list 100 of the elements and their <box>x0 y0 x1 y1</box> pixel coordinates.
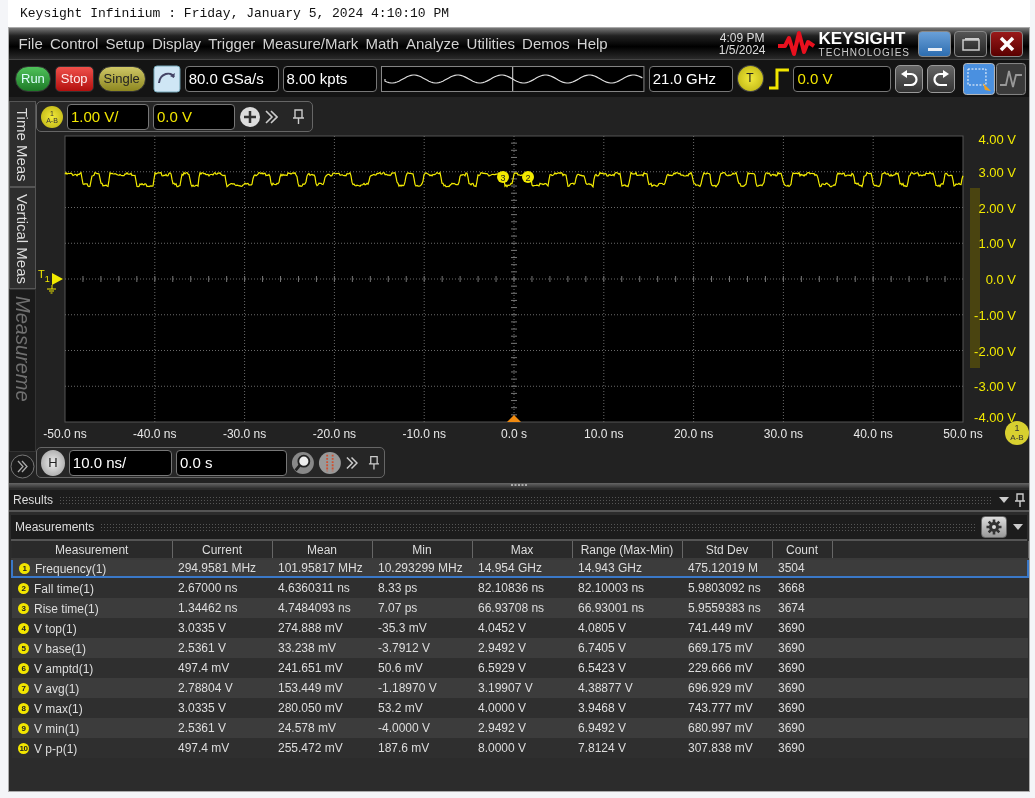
x-axis-label: 20.0 ns <box>673 427 714 441</box>
table-cell: 5.9559383 ns <box>688 601 761 615</box>
menu-item[interactable]: Trigger <box>204 35 259 52</box>
column-header[interactable]: Measurement <box>12 541 172 559</box>
vertical-scale-field[interactable]: 1.00 V/ <box>67 103 149 130</box>
column-header[interactable]: Current <box>172 541 272 559</box>
trigger-badge[interactable]: T <box>736 65 764 92</box>
table-cell: 280.050 mV <box>278 701 343 715</box>
bandwidth-wave-drawing[interactable] <box>381 65 645 92</box>
bandwidth-field[interactable]: 21.0 GHz <box>648 65 733 92</box>
time-scale-field[interactable]: 10.0 ns/ <box>68 449 173 476</box>
channel-badge[interactable]: 1 A-B <box>1005 421 1029 445</box>
table-cell: 3690 <box>778 681 805 695</box>
table-cell: 3.0335 V <box>178 621 227 635</box>
table-cell: 3668 <box>778 581 805 595</box>
x-axis-label: -30.0 ns <box>222 427 267 441</box>
pin-icon[interactable] <box>1015 493 1025 507</box>
measurement-row[interactable]: 6 V amptd(1) 497.4 mV 241.651 mV 50.6 mV 6.5929 V 6.5423 V 229.666 mV 3690 <box>12 658 1028 678</box>
table-cell: Frequency(1) <box>35 561 107 575</box>
column-header[interactable]: Count <box>772 541 832 559</box>
table-cell: 24.578 mV <box>278 721 337 735</box>
settings-button[interactable] <box>981 516 1007 538</box>
table-cell: 3.0335 V <box>178 701 227 715</box>
waveform-tool-icon[interactable] <box>996 62 1026 95</box>
close-button[interactable] <box>990 30 1023 57</box>
table-cell: 187.6 mV <box>378 741 430 755</box>
measurement-row[interactable]: 5 V base(1) 2.5361 V 33.238 mV -3.7912 V 2.9492 V 6.7405 V 669.175 mV 3690 <box>12 638 1028 658</box>
x-axis-label: -10.0 ns <box>402 427 446 441</box>
table-cell: V p-p(1) <box>34 741 78 756</box>
column-header[interactable]: Max <box>472 541 572 559</box>
time-position-field[interactable]: 0.0 s <box>176 449 287 476</box>
redo-button[interactable] <box>927 64 956 93</box>
rising-edge-icon[interactable] <box>767 66 790 91</box>
memory-depth-field[interactable]: 8.00 kpts <box>282 65 378 92</box>
y-axis-label: 2.00 V <box>978 200 1016 216</box>
column-header[interactable]: Range (Max-Min) <box>572 541 682 559</box>
trigger-position-icon[interactable] <box>507 415 521 422</box>
column-header[interactable]: Std Dev <box>682 541 772 559</box>
grip-icon[interactable] <box>510 483 528 487</box>
menu-item[interactable]: Setup <box>101 35 149 52</box>
table-cell: -3.7912 V <box>378 641 431 655</box>
measurement-row[interactable]: 3 Rise time(1) 1.34462 ns 4.7484093 ns 7.07 ps 66.93708 ns 66.93001 ns 5.9559383 ns 3674 <box>12 598 1028 618</box>
table-cell: 8.0000 V <box>478 741 527 755</box>
horizontal-badge[interactable]: H <box>41 449 65 476</box>
chevron-icon[interactable] <box>346 454 359 471</box>
chevron-icon[interactable] <box>265 108 278 125</box>
x-axis-label: 30.0 ns <box>763 427 804 441</box>
caret-icon[interactable] <box>999 497 1009 503</box>
waveform-marker[interactable]: 2 <box>522 171 534 183</box>
menu-item[interactable]: File <box>15 35 47 52</box>
pin-icon[interactable] <box>368 454 380 471</box>
minimize-button[interactable] <box>918 30 951 57</box>
caret-icon[interactable] <box>1013 524 1023 530</box>
zoom-icon[interactable] <box>290 449 315 476</box>
table-cell: 497.4 mV <box>178 661 230 675</box>
measurement-row[interactable]: 2 Fall time(1) 2.67000 ns 4.6360311 ns 8.33 ps 82.10836 ns 82.10003 ns 5.9803092 ns 3668 <box>12 577 1028 598</box>
vertical-offset-field[interactable]: 0.0 V <box>153 103 235 130</box>
plus-icon[interactable] <box>239 105 261 128</box>
pin-icon[interactable] <box>292 108 305 125</box>
menu-item[interactable]: Measure/Mark <box>258 35 362 52</box>
menu-item[interactable]: Display <box>148 35 205 52</box>
x-axis-label: 50.0 ns <box>943 427 983 441</box>
y-axis-label: 0.0 V <box>985 272 1016 287</box>
column-header[interactable]: Min <box>372 541 472 559</box>
trigger-level-field[interactable]: 0.0 V <box>793 65 892 92</box>
table-cell: 153.449 mV <box>278 681 343 695</box>
undo-button[interactable] <box>895 64 924 93</box>
menu-item[interactable]: Utilities <box>463 35 519 52</box>
stop-button[interactable]: Stop <box>54 65 94 92</box>
measurement-row[interactable]: 10 V p-p(1) 497.4 mV 255.472 mV 187.6 mV 8.0000 V 7.8124 V 307.838 mV 3690 <box>12 738 1028 758</box>
table-cell: 274.888 mV <box>278 621 343 635</box>
measurement-row[interactable]: 7 V avg(1) 2.78804 V 153.449 mV -1.18970 V 3.19907 V 4.38877 V 696.929 mV 3690 <box>12 678 1028 698</box>
x-axis-label: -50.0 ns <box>43 427 87 441</box>
sample-rate-field[interactable]: 80.0 GSa/s <box>184 65 279 92</box>
autoscale-icon[interactable] <box>152 64 181 93</box>
single-button[interactable]: Single <box>97 65 146 92</box>
restore-button[interactable] <box>954 30 987 57</box>
measurement-row[interactable]: 9 V min(1) 2.5361 V 24.578 mV -4.0000 V 2.9492 V 6.9492 V 680.997 mV 3690 <box>12 718 1028 738</box>
column-header[interactable]: Mean <box>272 541 372 559</box>
table-cell: 3690 <box>778 661 805 675</box>
selection-icon[interactable] <box>963 62 996 95</box>
gate-icon[interactable] <box>318 449 343 476</box>
side-tab[interactable]: Time Meas <box>9 101 36 187</box>
menu-item[interactable]: Control <box>46 35 102 52</box>
menu-item[interactable]: Math <box>361 35 403 52</box>
table-cell: V min(1) <box>34 721 80 736</box>
close-icon <box>998 35 1015 52</box>
measurement-row[interactable]: 4 V top(1) 3.0335 V 274.888 mV -35.3 mV 4.0452 V 4.0805 V 741.449 mV 3690 <box>12 618 1028 638</box>
menu-item[interactable]: Demos <box>518 35 574 52</box>
menu-item[interactable]: Analyze <box>402 35 463 52</box>
measurement-row[interactable]: 8 V max(1) 3.0335 V 280.050 mV 53.2 mV 4.0000 V 3.9468 V 743.777 mV 3690 <box>12 698 1028 718</box>
waveform-marker[interactable]: 3 <box>497 171 509 183</box>
table-cell: V avg(1) <box>34 681 80 696</box>
side-tab[interactable]: Vertical Meas <box>9 186 36 289</box>
table-cell: 3690 <box>778 641 805 655</box>
expand-icon[interactable] <box>10 454 35 479</box>
table-cell: 743.777 mV <box>688 701 753 715</box>
table-cell: 4.0000 V <box>478 701 527 715</box>
menu-item[interactable]: Help <box>573 35 612 52</box>
table-cell: 53.2 mV <box>378 701 423 715</box>
